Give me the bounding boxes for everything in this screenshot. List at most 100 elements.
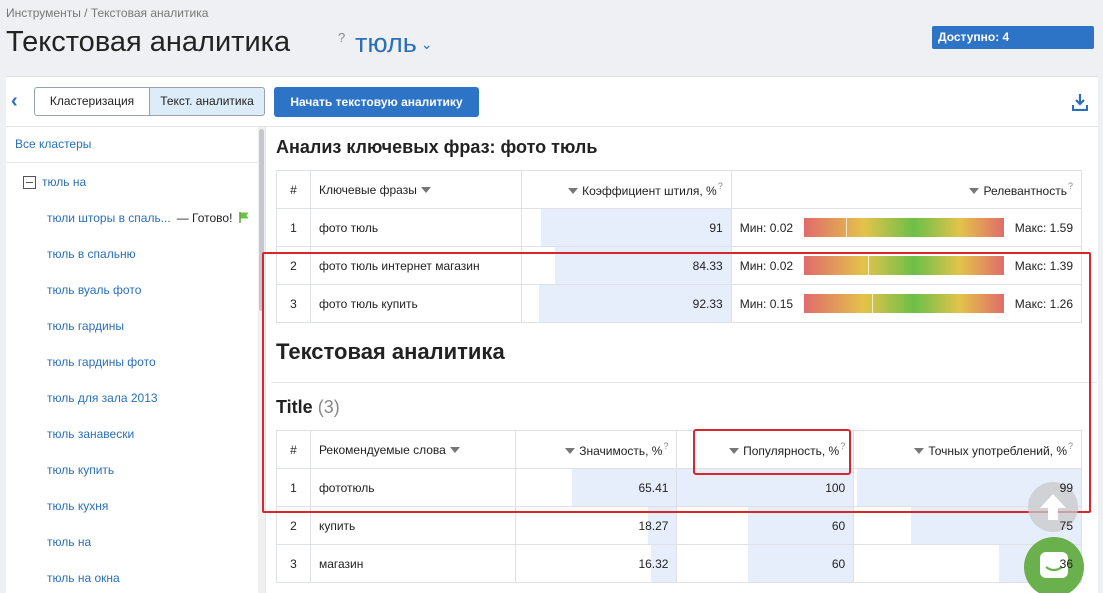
breadcrumb[interactable]: Инструменты / Текстовая аналитика xyxy=(6,6,208,20)
divider xyxy=(271,382,1097,383)
phrase-cell: фото тюль xyxy=(309,208,522,247)
significance-value: 65.41 xyxy=(638,480,669,495)
col-significance-label: Значимость, % xyxy=(579,444,663,458)
start-analytics-button[interactable]: Начать текстовую аналитику xyxy=(274,87,479,117)
project-selector[interactable]: тюль ⌄ xyxy=(355,28,433,59)
cluster-item[interactable]: тюль гардины xyxy=(47,319,124,333)
col-exact[interactable]: Точных употреблений, %? xyxy=(853,430,1082,469)
rel-max: Макс: 1.26 xyxy=(1014,297,1073,311)
cluster-item[interactable]: тюль на xyxy=(47,535,91,549)
col-word-label: Рекомендуемые слова xyxy=(318,442,446,457)
sort-icon[interactable] xyxy=(969,188,980,194)
significance-cell: 65.41 xyxy=(514,468,678,507)
chevron-left-icon[interactable]: ‹ xyxy=(11,89,27,113)
phrase-cell: фото тюль купить xyxy=(309,284,522,323)
keyphrase-table: # Ключевые фразы Коэффициент штиля, %? Р… xyxy=(276,170,1083,323)
project-name: тюль xyxy=(355,28,417,58)
col-relevance-label: Релевантность xyxy=(983,184,1067,198)
cluster-root[interactable]: тюль на xyxy=(23,175,86,189)
col-word[interactable]: Рекомендуемые слова xyxy=(309,430,516,469)
popularity-value: 60 xyxy=(831,556,846,571)
word-cell: магазин xyxy=(309,544,516,583)
cluster-item[interactable]: тюль занавески xyxy=(47,427,134,441)
chat-icon[interactable] xyxy=(1024,537,1084,593)
col-phrase[interactable]: Ключевые фразы xyxy=(309,170,522,209)
col-relevance[interactable]: Релевантность? xyxy=(730,170,1083,209)
section-name: Title xyxy=(276,397,313,417)
section-count: (3) xyxy=(317,397,340,417)
cluster-item[interactable]: тюль купить xyxy=(47,463,114,477)
phrase-cell: фото тюль интернет магазин xyxy=(309,246,522,285)
popularity-cell: 100 xyxy=(676,468,855,507)
significance-cell: 16.32 xyxy=(514,544,678,583)
rel-max: Макс: 1.59 xyxy=(1014,221,1073,235)
cluster-item-label[interactable]: тюли шторы в спаль... xyxy=(47,211,171,225)
sort-icon[interactable] xyxy=(565,448,576,454)
help-icon[interactable]: ? xyxy=(1068,441,1073,451)
recommended-words-table: # Рекомендуемые слова Значимость, %? Поп… xyxy=(276,430,1082,583)
col-exact-label: Точных употреблений, % xyxy=(928,444,1067,458)
popularity-value: 60 xyxy=(831,518,846,533)
relevance-cell: Мин: 0.02 Макс: 1.39 xyxy=(730,246,1083,285)
scrollbar-thumb[interactable] xyxy=(259,129,264,311)
coef-value: 84.33 xyxy=(692,258,723,273)
toolbar: ‹ Кластеризация Текст. аналитика Начать … xyxy=(6,77,1098,127)
col-num: # xyxy=(276,430,311,469)
word-cell: фототюль xyxy=(309,468,516,507)
rel-min: Мин: 0.02 xyxy=(739,221,794,235)
col-coef-label: Коэффициент штиля, % xyxy=(582,184,717,198)
all-clusters-link[interactable]: Все кластеры xyxy=(15,137,91,151)
page-title: Текстовая аналитика xyxy=(6,26,291,58)
cluster-item[interactable]: тюль вуаль фото xyxy=(47,283,141,297)
download-icon[interactable] xyxy=(1072,93,1088,111)
cluster-item[interactable]: тюль на окна xyxy=(47,571,120,585)
table-row: 1 фото тюль 91 Мин: 0.02 Макс: 1.59 xyxy=(276,208,1083,247)
help-icon[interactable]: ? xyxy=(663,441,668,451)
cluster-sidebar: Все кластеры тюль на тюли шторы в спаль.… xyxy=(6,127,266,593)
analysis-title: Анализ ключевых фраз: фото тюль xyxy=(276,137,598,157)
title-help-icon[interactable]: ? xyxy=(338,30,345,45)
tab-text-analytics[interactable]: Текст. аналитика xyxy=(149,87,265,116)
sidebar-scrollbar[interactable] xyxy=(258,127,265,593)
col-significance[interactable]: Значимость, %? xyxy=(514,430,678,469)
relevance-marker xyxy=(845,218,847,237)
col-coef[interactable]: Коэффициент штиля, %? xyxy=(520,170,732,209)
cluster-status: — Готово! xyxy=(176,211,233,225)
divider xyxy=(6,162,258,163)
help-icon[interactable]: ? xyxy=(718,181,723,191)
sort-icon[interactable] xyxy=(914,448,925,454)
table-header-row: # Рекомендуемые слова Значимость, %? Поп… xyxy=(276,430,1082,469)
text-analytics-title: Текстовая аналитика xyxy=(276,339,505,364)
col-popularity[interactable]: Популярность, %? xyxy=(676,430,855,469)
cluster-item[interactable]: тюль кухня xyxy=(47,499,108,513)
help-icon[interactable]: ? xyxy=(840,441,845,451)
tab-clustering[interactable]: Кластеризация xyxy=(34,87,150,116)
cluster-item[interactable]: тюль для зала 2013 xyxy=(47,391,158,405)
rel-min: Мин: 0.15 xyxy=(739,297,794,311)
sort-icon[interactable] xyxy=(420,186,431,193)
significance-value: 18.27 xyxy=(638,518,669,533)
help-icon[interactable]: ? xyxy=(1068,181,1073,191)
collapse-icon[interactable] xyxy=(23,175,36,189)
title-section-heading: Title (3) xyxy=(276,397,340,418)
relevance-cell: Мин: 0.02 Макс: 1.59 xyxy=(730,208,1083,247)
relevance-marker xyxy=(871,294,873,313)
word-cell: купить xyxy=(309,506,516,545)
row-num: 3 xyxy=(276,284,311,323)
sort-icon[interactable] xyxy=(729,448,740,454)
row-num: 2 xyxy=(276,506,311,545)
available-badge: Доступно: 4 xyxy=(932,26,1094,49)
rel-max: Макс: 1.39 xyxy=(1014,259,1073,273)
sort-icon[interactable] xyxy=(449,446,460,453)
cluster-item[interactable]: тюли шторы в спаль... — Готово! xyxy=(47,211,250,225)
coef-cell: 91 xyxy=(520,208,732,247)
col-num: # xyxy=(276,170,311,209)
sort-icon[interactable] xyxy=(568,188,579,194)
cluster-item[interactable]: тюль в спальню xyxy=(47,247,136,261)
table-row: 1 фототюль 65.41 100 99 xyxy=(276,468,1082,507)
coef-value: 91 xyxy=(709,220,723,235)
relevance-bar xyxy=(803,256,1004,275)
cluster-item[interactable]: тюль гардины фото xyxy=(47,355,156,369)
main-panel: ‹ Кластеризация Текст. аналитика Начать … xyxy=(6,76,1098,593)
popularity-value: 100 xyxy=(825,480,846,495)
